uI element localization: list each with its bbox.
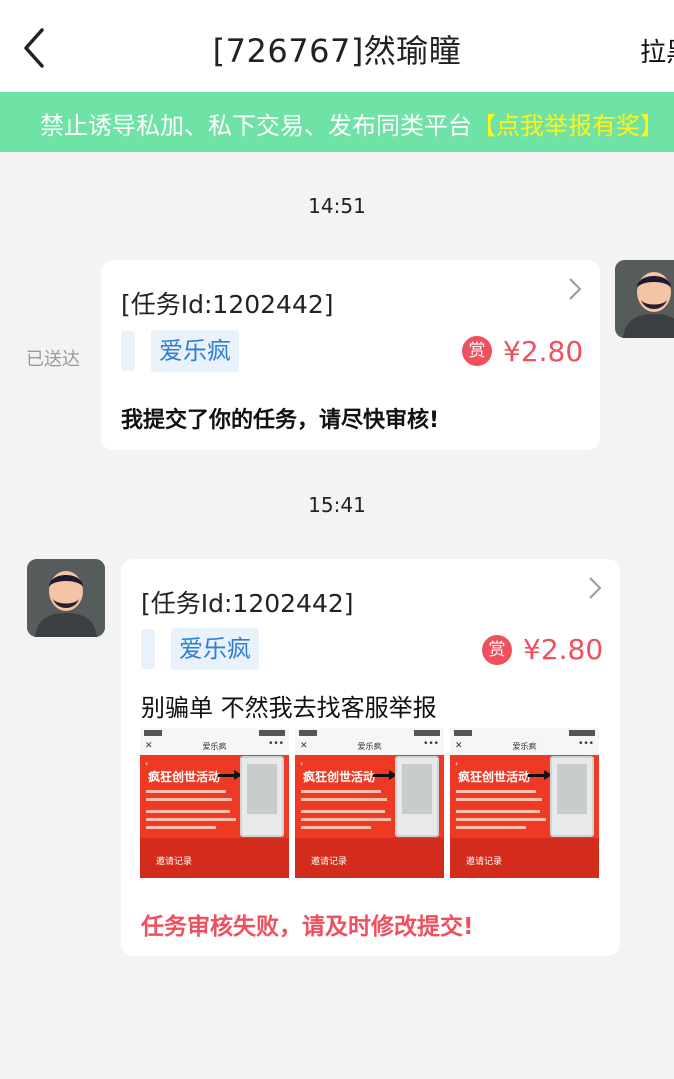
avatar-icon xyxy=(615,260,674,338)
phone-image xyxy=(395,756,439,837)
banner-highlight: 【点我举报有奖】 xyxy=(472,112,664,140)
task-id: [任务Id:1202442] xyxy=(141,589,354,618)
thumb-app-title: 爱乐疯 xyxy=(357,742,382,751)
thumb-tab-bar: 邀请记录 xyxy=(450,838,599,878)
my-avatar[interactable] xyxy=(615,260,674,338)
thumb-tab-bar: 邀请记录 xyxy=(295,838,444,878)
status-bar xyxy=(569,730,595,736)
reward-badge: 赏 xyxy=(462,336,492,366)
avatar-icon xyxy=(27,559,105,637)
tag-marker xyxy=(121,331,135,371)
status-bar xyxy=(299,730,317,736)
thumb-headline: 疯狂创世活动 xyxy=(148,770,221,784)
task-card-sent[interactable]: [任务Id:1202442] 爱乐疯 赏 ¥2.80 我提交了你的任务，请尽快审… xyxy=(101,260,600,450)
reward-price: ¥2.80 xyxy=(523,633,604,666)
task-id: [任务Id:1202442] xyxy=(121,290,334,319)
message-text: 我提交了你的任务，请尽快审核! xyxy=(121,408,440,433)
chat-title: [726767]然瑜瞳 xyxy=(212,32,462,70)
more-icon: ••• xyxy=(268,739,284,749)
contact-avatar[interactable] xyxy=(27,559,105,637)
thumb-app-title: 爱乐疯 xyxy=(202,742,227,751)
task-card-received[interactable]: [任务Id:1202442] 爱乐疯 赏 ¥2.80 别骗单 不然我去找客服举报… xyxy=(121,559,620,956)
status-bar xyxy=(144,730,162,736)
status-bar xyxy=(414,730,440,736)
reward-price: ¥2.80 xyxy=(503,335,584,368)
thumb-topbar: ✕ 爱乐疯 ••• xyxy=(450,728,599,755)
thumb-tab-label: 邀请记录 xyxy=(466,857,503,867)
phone-image xyxy=(240,756,284,837)
screenshot-thumbnail[interactable]: ✕ 爱乐疯 ••• ‹ 疯狂创世活动 邀请记录 xyxy=(450,728,599,878)
message-text: 别骗单 不然我去找客服举报 xyxy=(141,694,437,722)
tag-marker xyxy=(141,629,155,669)
review-failed-text: 任务审核失败，请及时修改提交! xyxy=(141,914,474,940)
message-timestamp: 14:51 xyxy=(308,194,366,218)
back-icon: ‹ xyxy=(145,759,149,768)
screenshot-thumbnail[interactable]: ✕ 爱乐疯 ••• ‹ 疯狂创世活动 邀请记录 xyxy=(295,728,444,878)
thumb-tab-label: 邀请记录 xyxy=(156,857,193,867)
chevron-right-icon xyxy=(589,577,602,599)
block-button[interactable]: 拉黑 xyxy=(640,32,674,69)
status-bar xyxy=(454,730,472,736)
delivery-status: 已送达 xyxy=(26,349,80,370)
message-timestamp: 15:41 xyxy=(308,493,366,517)
top-nav-bar: [726767]然瑜瞳 拉黑 xyxy=(0,0,674,92)
banner-message: 禁止诱导私加、私下交易、发布同类平台 xyxy=(40,112,472,140)
more-icon: ••• xyxy=(423,739,439,749)
report-link[interactable]: 禁止诱导私加、私下交易、发布同类平台【点我举报有奖】 xyxy=(40,106,664,141)
thumb-app-title: 爱乐疯 xyxy=(512,742,537,751)
back-icon: ‹ xyxy=(300,759,304,768)
reward-badge: 赏 xyxy=(482,635,512,665)
thumb-tab-bar: 邀请记录 xyxy=(140,838,289,878)
thumb-headline: 疯狂创世活动 xyxy=(458,770,531,784)
status-bar xyxy=(259,730,285,736)
more-icon: ••• xyxy=(578,739,594,749)
thumb-headline: 疯狂创世活动 xyxy=(303,770,376,784)
screenshot-thumbnail[interactable]: ✕ 爱乐疯 ••• ‹ 疯狂创世活动 邀请记录 xyxy=(140,728,289,878)
back-icon: ‹ xyxy=(455,759,459,768)
phone-image xyxy=(550,756,594,837)
app-tag: 爱乐疯 xyxy=(171,628,259,670)
chevron-right-icon xyxy=(569,278,582,300)
thumb-tab-label: 邀请记录 xyxy=(311,857,348,867)
app-tag: 爱乐疯 xyxy=(151,330,239,372)
warning-banner: 禁止诱导私加、私下交易、发布同类平台【点我举报有奖】 xyxy=(0,92,674,152)
thumb-topbar: ✕ 爱乐疯 ••• xyxy=(295,728,444,755)
thumb-topbar: ✕ 爱乐疯 ••• xyxy=(140,728,289,755)
